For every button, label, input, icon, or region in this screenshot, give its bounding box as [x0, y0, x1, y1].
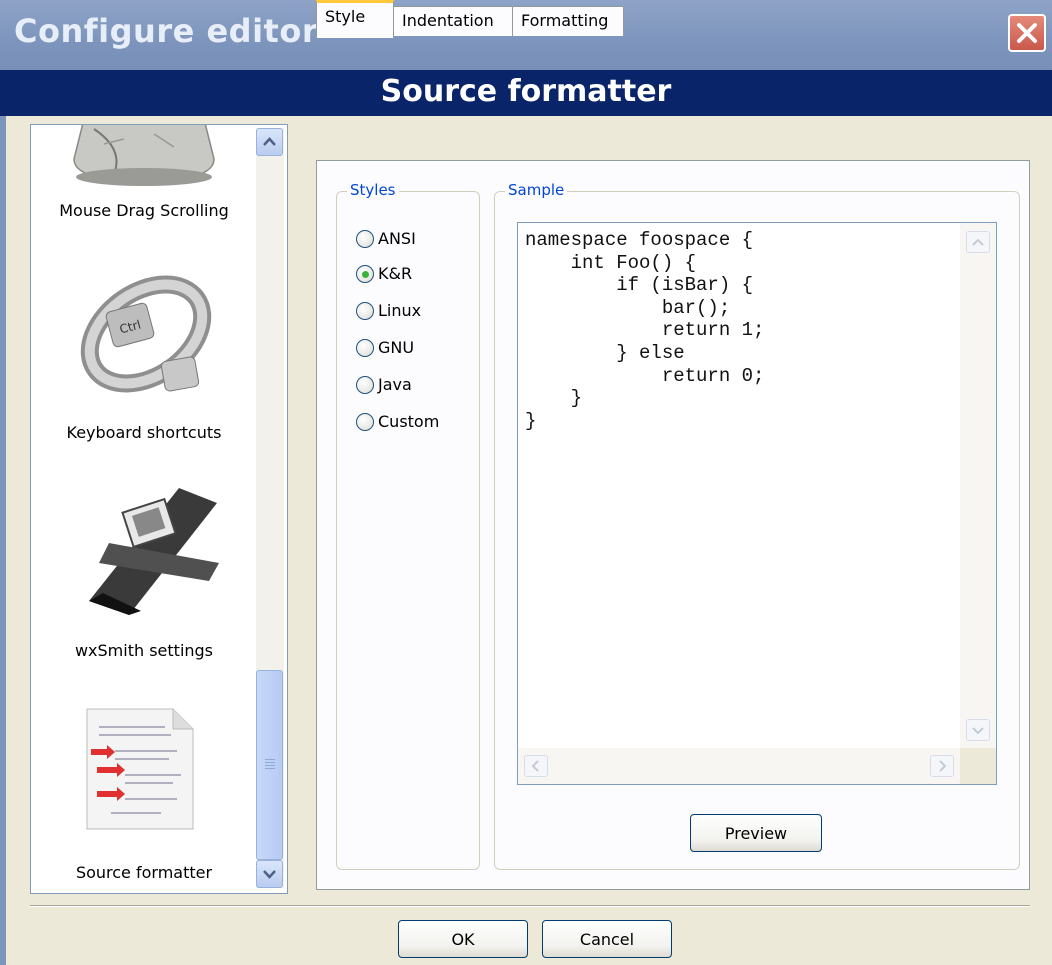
divider [30, 905, 1030, 907]
scroll-down-button[interactable] [966, 719, 990, 741]
page-header: Source formatter [0, 70, 1052, 116]
cancel-button[interactable]: Cancel [542, 920, 672, 958]
source-formatter-icon [86, 708, 194, 830]
scroll-down-button[interactable] [256, 860, 283, 888]
styles-group-title: Styles [347, 181, 399, 199]
settings-category-list[interactable]: Mouse Drag Scrolling Ctrl Keyboard short… [30, 124, 288, 894]
tab-style[interactable]: Style [316, 0, 394, 38]
list-item-keyboard-shortcuts[interactable]: Ctrl Keyboard shortcuts [31, 255, 257, 445]
scroll-up-button[interactable] [966, 231, 990, 253]
wxsmith-icon [89, 488, 219, 615]
scroll-right-button[interactable] [930, 755, 954, 777]
sample-code-view[interactable]: namespace foospace { int Foo() { if (isB… [517, 222, 997, 785]
scroll-up-button[interactable] [256, 128, 283, 156]
category-list-scrollbar[interactable] [256, 128, 284, 888]
chevron-down-icon [263, 870, 276, 879]
mouse-drag-icon [73, 125, 215, 186]
chevron-up-icon [263, 137, 276, 146]
chevron-up-icon [972, 238, 984, 246]
scroll-left-button[interactable] [524, 755, 548, 777]
chevron-down-icon [972, 727, 984, 735]
sample-group-title: Sample [505, 181, 568, 199]
list-item-wxsmith-settings[interactable]: wxSmith settings [31, 475, 257, 665]
close-button[interactable] [1008, 14, 1046, 52]
window-title: Configure editor [14, 12, 319, 50]
list-item-label: Keyboard shortcuts [66, 423, 222, 442]
code-horizontal-scrollbar[interactable] [518, 748, 961, 784]
chevron-right-icon [939, 760, 947, 772]
close-icon [1017, 23, 1037, 43]
tab-indentation[interactable]: Indentation [393, 6, 513, 36]
scroll-thumb[interactable] [256, 670, 283, 860]
preview-button[interactable]: Preview [690, 814, 822, 852]
list-item-label: Source formatter [75, 863, 213, 882]
scroll-corner [960, 748, 996, 784]
code-vertical-scrollbar[interactable] [960, 223, 996, 750]
tab-formatting[interactable]: Formatting [512, 6, 624, 36]
ok-button[interactable]: OK [398, 920, 528, 958]
list-item-mouse-drag-scrolling[interactable]: Mouse Drag Scrolling [31, 125, 257, 220]
styles-groupbox: Styles [336, 181, 480, 870]
keyboard-ring-icon: Ctrl [80, 275, 212, 393]
list-item-source-formatter[interactable]: Source formatter [31, 695, 257, 885]
window-border [0, 116, 6, 965]
list-item-label: Mouse Drag Scrolling [59, 201, 229, 220]
chevron-left-icon [531, 760, 539, 772]
page-title: Source formatter [380, 74, 672, 109]
list-item-label: wxSmith settings [74, 641, 214, 660]
sample-code: namespace foospace { int Foo() { if (isB… [525, 229, 765, 432]
